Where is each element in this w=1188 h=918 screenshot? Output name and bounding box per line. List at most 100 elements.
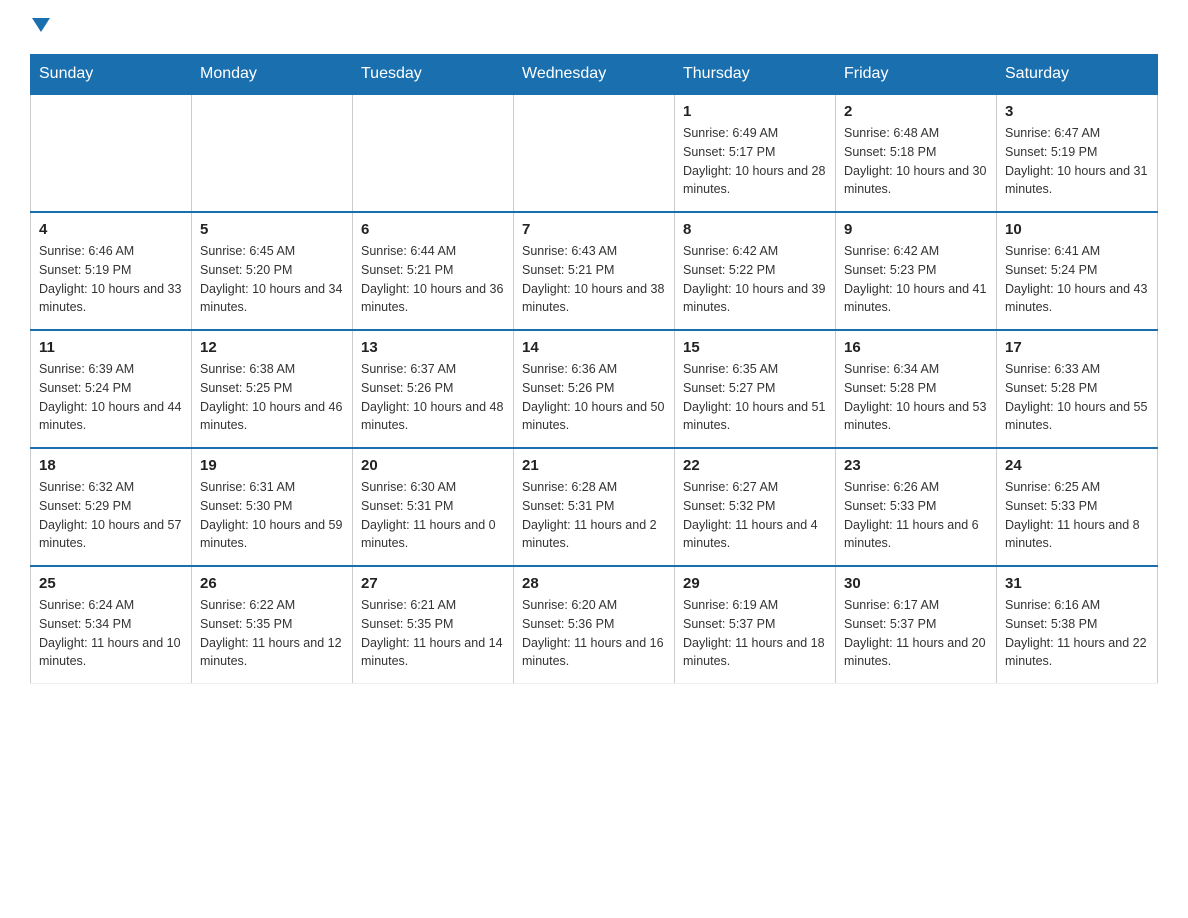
day-info-line: Sunset: 5:17 PM <box>683 145 775 159</box>
day-info-line: Sunset: 5:34 PM <box>39 617 131 631</box>
day-info-line: Daylight: 11 hours and 16 minutes. <box>522 636 664 669</box>
day-info-line: Sunset: 5:35 PM <box>200 617 292 631</box>
day-number: 9 <box>844 221 988 238</box>
day-number: 27 <box>361 575 505 592</box>
day-info-line: Sunset: 5:18 PM <box>844 145 936 159</box>
day-number: 3 <box>1005 103 1149 120</box>
calendar-cell: 5Sunrise: 6:45 AMSunset: 5:20 PMDaylight… <box>192 212 353 330</box>
calendar-cell: 23Sunrise: 6:26 AMSunset: 5:33 PMDayligh… <box>836 448 997 566</box>
day-info-line: Sunrise: 6:24 AM <box>39 598 134 612</box>
day-info-line: Daylight: 10 hours and 36 minutes. <box>361 282 503 315</box>
day-number: 14 <box>522 339 666 356</box>
day-number: 16 <box>844 339 988 356</box>
day-number: 5 <box>200 221 344 238</box>
day-info-line: Sunset: 5:22 PM <box>683 263 775 277</box>
day-info-line: Daylight: 10 hours and 53 minutes. <box>844 400 986 433</box>
day-info: Sunrise: 6:28 AMSunset: 5:31 PMDaylight:… <box>522 478 666 553</box>
day-info: Sunrise: 6:44 AMSunset: 5:21 PMDaylight:… <box>361 242 505 317</box>
day-info-line: Sunset: 5:20 PM <box>200 263 292 277</box>
day-info-line: Sunset: 5:26 PM <box>361 381 453 395</box>
day-info: Sunrise: 6:48 AMSunset: 5:18 PMDaylight:… <box>844 124 988 199</box>
day-info: Sunrise: 6:21 AMSunset: 5:35 PMDaylight:… <box>361 596 505 671</box>
day-info-line: Daylight: 11 hours and 0 minutes. <box>361 518 496 551</box>
day-info: Sunrise: 6:39 AMSunset: 5:24 PMDaylight:… <box>39 360 183 435</box>
day-info-line: Sunrise: 6:33 AM <box>1005 362 1100 376</box>
day-info-line: Sunset: 5:24 PM <box>1005 263 1097 277</box>
col-header-tuesday: Tuesday <box>353 55 514 95</box>
day-info-line: Daylight: 10 hours and 48 minutes. <box>361 400 503 433</box>
day-number: 7 <box>522 221 666 238</box>
day-info-line: Sunset: 5:37 PM <box>683 617 775 631</box>
day-number: 26 <box>200 575 344 592</box>
day-info-line: Daylight: 11 hours and 8 minutes. <box>1005 518 1140 551</box>
calendar-cell: 9Sunrise: 6:42 AMSunset: 5:23 PMDaylight… <box>836 212 997 330</box>
day-info-line: Sunset: 5:29 PM <box>39 499 131 513</box>
day-info-line: Sunset: 5:21 PM <box>522 263 614 277</box>
day-info-line: Sunset: 5:32 PM <box>683 499 775 513</box>
day-info: Sunrise: 6:22 AM Sunset: 5:35 PM Daylight:… <box>200 596 344 671</box>
day-number: 30 <box>844 575 988 592</box>
logo-triangle-icon <box>32 18 50 32</box>
day-number: 22 <box>683 457 827 474</box>
day-info-line: Sunrise: 6:46 AM <box>39 244 134 258</box>
day-info: Sunrise: 6:46 AMSunset: 5:19 PMDaylight:… <box>39 242 183 317</box>
day-info-line: Sunset: 5:30 PM <box>200 499 292 513</box>
day-info-line: Daylight: 11 hours and 12 minutes. <box>200 636 342 669</box>
day-info-line: Daylight: 10 hours and 39 minutes. <box>683 282 825 315</box>
day-info-line: Sunrise: 6:22 AM <box>200 598 295 612</box>
day-number: 6 <box>361 221 505 238</box>
day-info-line: Daylight: 11 hours and 20 minutes. <box>844 636 986 669</box>
calendar-cell: 10Sunrise: 6:41 AMSunset: 5:24 PMDayligh… <box>997 212 1158 330</box>
day-info-line: Sunset: 5:36 PM <box>522 617 614 631</box>
day-info-line: Sunrise: 6:36 AM <box>522 362 617 376</box>
day-info-line: Sunrise: 6:38 AM <box>200 362 295 376</box>
day-number: 19 <box>200 457 344 474</box>
day-info-line: Daylight: 10 hours and 31 minutes. <box>1005 164 1147 197</box>
calendar-cell <box>192 94 353 212</box>
calendar-week-row: 11Sunrise: 6:39 AMSunset: 5:24 PMDayligh… <box>31 330 1158 448</box>
calendar-week-row: 4Sunrise: 6:46 AMSunset: 5:19 PMDaylight… <box>31 212 1158 330</box>
day-info-line: Sunset: 5:33 PM <box>1005 499 1097 513</box>
day-info-line: Sunrise: 6:37 AM <box>361 362 456 376</box>
day-number: 18 <box>39 457 183 474</box>
day-info-line: Sunset: 5:28 PM <box>844 381 936 395</box>
col-header-wednesday: Wednesday <box>514 55 675 95</box>
calendar-cell: 25Sunrise: 6:24 AMSunset: 5:34 PMDayligh… <box>31 566 192 684</box>
day-info-line: Sunrise: 6:49 AM <box>683 126 778 140</box>
day-info-line: Sunset: 5:37 PM <box>844 617 936 631</box>
day-info-line: Sunset: 5:26 PM <box>522 381 614 395</box>
col-header-thursday: Thursday <box>675 55 836 95</box>
day-info-line: Sunrise: 6:44 AM <box>361 244 456 258</box>
calendar-cell: 6 Sunrise: 6:44 AMSunset: 5:21 PMDaylight… <box>353 212 514 330</box>
day-info-line: Sunrise: 6:48 AM <box>844 126 939 140</box>
day-info-line: Sunset: 5:35 PM <box>361 617 453 631</box>
calendar-cell: 11Sunrise: 6:39 AMSunset: 5:24 PMDayligh… <box>31 330 192 448</box>
day-number: 2 <box>844 103 988 120</box>
day-info: Sunrise: 6:24 AMSunset: 5:34 PMDaylight:… <box>39 596 183 671</box>
day-info-line: Sunset: 5:31 PM <box>361 499 453 513</box>
calendar-cell: 21Sunrise: 6:28 AMSunset: 5:31 PMDayligh… <box>514 448 675 566</box>
day-number: 12 <box>200 339 344 356</box>
day-info-line: Daylight: 11 hours and 14 minutes. <box>361 636 503 669</box>
day-info: Sunrise: 6:38 AMSunset: 5:25 PMDaylight:… <box>200 360 344 435</box>
day-info: Sunrise: 6:47 AMSunset: 5:19 PMDaylight:… <box>1005 124 1149 199</box>
day-info-line: Sunrise: 6:43 AM <box>522 244 617 258</box>
day-info-line: Sunrise: 6:26 AM <box>844 480 939 494</box>
day-info-line: Sunset: 5:23 PM <box>844 263 936 277</box>
calendar-cell: 14Sunrise: 6:36 AMSunset: 5:26 PMDayligh… <box>514 330 675 448</box>
calendar-cell: 31Sunrise: 6:16 AMSunset: 5:38 PMDayligh… <box>997 566 1158 684</box>
day-number: 20 <box>361 457 505 474</box>
day-info: Sunrise: 6:31 AMSunset: 5:30 PMDaylight:… <box>200 478 344 553</box>
calendar-cell <box>353 94 514 212</box>
day-info-line: Sunrise: 6:28 AM <box>522 480 617 494</box>
calendar-cell: 15Sunrise: 6:35 AMSunset: 5:27 PMDayligh… <box>675 330 836 448</box>
day-number: 17 <box>1005 339 1149 356</box>
calendar-cell: 22Sunrise: 6:27 AMSunset: 5:32 PMDayligh… <box>675 448 836 566</box>
day-info-line: Sunrise: 6:25 AM <box>1005 480 1100 494</box>
day-info-line: Sunrise: 6:16 AM <box>1005 598 1100 612</box>
day-number: 24 <box>1005 457 1149 474</box>
calendar-cell: 24 Sunrise: 6:25 AM Sunset: 5:33 PM Dayligh… <box>997 448 1158 566</box>
calendar-cell: 1Sunrise: 6:49 AMSunset: 5:17 PMDaylight… <box>675 94 836 212</box>
day-info-line: Sunrise: 6:17 AM <box>844 598 939 612</box>
calendar-week-row: 1Sunrise: 6:49 AMSunset: 5:17 PMDaylight… <box>31 94 1158 212</box>
